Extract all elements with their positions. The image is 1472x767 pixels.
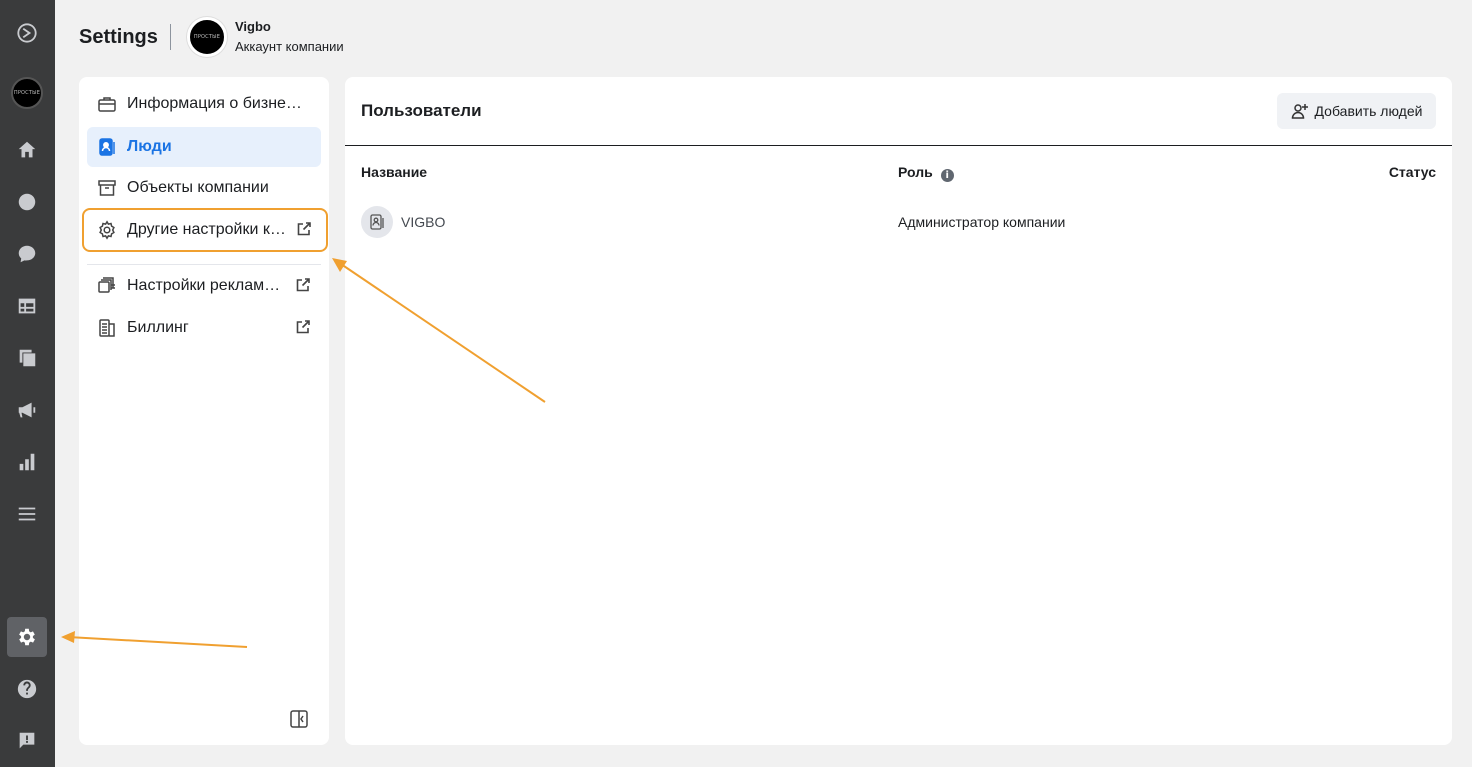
users-title: Пользователи — [361, 101, 482, 120]
sidebar-item-label: Люди — [127, 138, 172, 155]
table-icon[interactable] — [7, 286, 47, 326]
add-people-label: Добавить людей — [1314, 103, 1423, 119]
pages-icon[interactable] — [7, 338, 47, 378]
gear-outline-icon — [96, 219, 118, 241]
sidebar-item-label: Биллинг — [127, 319, 189, 336]
user-role: Администратор компании — [898, 214, 1066, 230]
company-avatar: ПРОСТЫЕ — [187, 17, 227, 57]
column-header-name[interactable]: Название — [361, 164, 427, 180]
sidebar-item-business-info[interactable]: Информация о бизнес… — [87, 84, 321, 124]
sidebar-item-label: Информация о бизнес… — [127, 95, 305, 112]
column-header-role[interactable]: Роль i — [898, 164, 954, 182]
gear-icon[interactable] — [7, 617, 47, 657]
page-title: Settings — [79, 26, 158, 48]
sidebar-item-ad-settings[interactable]: Настройки реклам… — [87, 266, 321, 306]
column-header-status[interactable]: Статус — [1389, 164, 1436, 180]
megaphone-icon[interactable] — [7, 390, 47, 430]
sidebar-item-label: Объекты компании — [127, 179, 269, 196]
sidebar-item-people[interactable]: Люди — [87, 127, 321, 167]
help-icon[interactable] — [7, 669, 47, 709]
people-badge-icon — [96, 136, 118, 158]
left-rail: ПРОСТЫЕ — [0, 0, 55, 767]
users-panel: Пользователи Добавить людей Название Рол… — [345, 77, 1452, 745]
external-link-icon — [295, 277, 313, 295]
external-link-icon — [295, 319, 313, 337]
account-avatar[interactable]: ПРОСТЫЕ — [11, 77, 43, 109]
home-icon[interactable] — [7, 130, 47, 170]
menu-icon[interactable] — [7, 494, 47, 534]
ad-settings-icon — [96, 275, 118, 297]
settings-sidebar: Информация о бизнес… Люди Объекты компан… — [79, 77, 329, 745]
header-separator — [170, 24, 171, 50]
logo-icon[interactable] — [7, 13, 47, 53]
archive-box-icon — [96, 177, 118, 199]
add-people-button[interactable]: Добавить людей — [1277, 93, 1436, 129]
collapse-sidebar-icon[interactable] — [289, 709, 309, 729]
bar-chart-icon[interactable] — [7, 442, 47, 482]
info-icon[interactable]: i — [940, 169, 954, 182]
user-badge-icon — [361, 206, 393, 238]
briefcase-icon — [96, 93, 118, 115]
company-name: Vigbo — [235, 19, 271, 34]
billing-icon — [96, 317, 118, 339]
sidebar-divider — [87, 264, 321, 265]
chat-icon[interactable] — [7, 234, 47, 274]
sidebar-item-label: Настройки реклам… — [127, 277, 281, 294]
company-account-label: Аккаунт компании — [235, 39, 344, 54]
sidebar-item-company-assets[interactable]: Объекты компании — [87, 168, 321, 208]
external-link-icon — [296, 221, 314, 239]
sidebar-item-billing[interactable]: Биллинг — [87, 308, 321, 348]
sidebar-item-label: Другие настройки к… — [127, 221, 286, 238]
add-person-icon — [1291, 104, 1308, 119]
feedback-icon[interactable] — [7, 721, 47, 761]
user-name: VIGBO — [401, 214, 446, 230]
clock-icon[interactable] — [7, 182, 47, 222]
header-divider — [345, 145, 1452, 146]
sidebar-item-other-settings[interactable]: Другие настройки к… — [82, 208, 328, 252]
